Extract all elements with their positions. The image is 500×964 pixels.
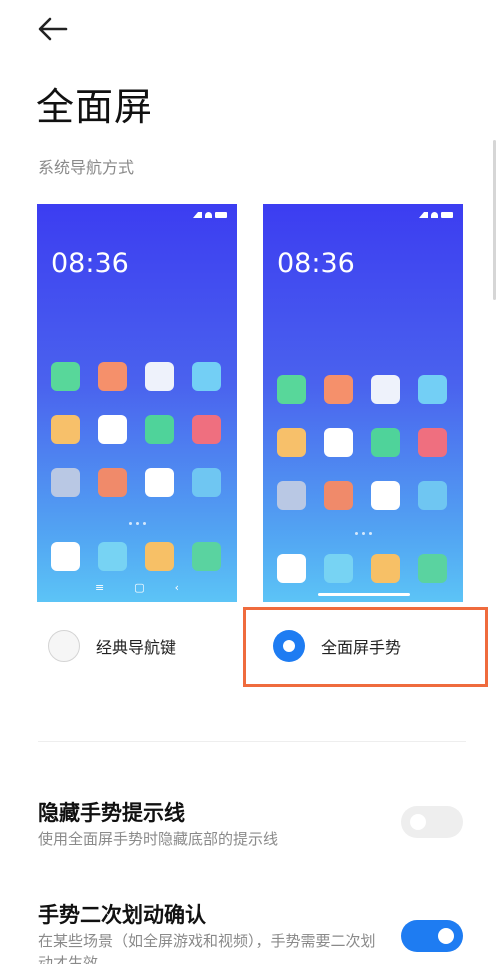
app-icon: [51, 415, 80, 444]
page-title: 全面屏: [36, 85, 154, 129]
radio-button-selected[interactable]: [273, 630, 305, 662]
status-bar-icons: [419, 212, 453, 218]
app-dock: [51, 542, 221, 571]
app-icon-grid: [51, 362, 221, 497]
battery-icon: [215, 212, 227, 218]
app-icon: [418, 375, 447, 404]
app-icon: [192, 362, 221, 391]
app-icon: [418, 428, 447, 457]
app-icon: [371, 428, 400, 457]
app-icon: [98, 362, 127, 391]
toggle-double-swipe[interactable]: [401, 920, 463, 952]
nav-keys: ≡ ▢ ‹: [37, 581, 237, 594]
app-icon: [192, 542, 221, 571]
app-icon: [324, 481, 353, 510]
app-icon: [324, 375, 353, 404]
app-icon: [192, 415, 221, 444]
battery-icon: [441, 212, 453, 218]
app-icon: [371, 554, 400, 583]
toggle-hide-hint[interactable]: [401, 806, 463, 838]
app-icon: [418, 481, 447, 510]
menu-key-icon: ≡: [94, 581, 105, 594]
app-icon: [277, 428, 306, 457]
app-icon: [145, 542, 174, 571]
app-icon: [192, 468, 221, 497]
scrollbar[interactable]: [493, 140, 496, 300]
gesture-nav-preview[interactable]: 08:36: [263, 204, 463, 602]
app-icon: [145, 362, 174, 391]
app-icon: [371, 481, 400, 510]
back-arrow-icon[interactable]: [36, 14, 70, 44]
divider: [38, 741, 466, 742]
app-icon: [98, 542, 127, 571]
back-key-icon: ‹: [174, 581, 180, 594]
preview-clock: 08:36: [51, 248, 129, 279]
app-icon: [371, 375, 400, 404]
signal-icon: [193, 212, 202, 218]
radio-button[interactable]: [48, 630, 80, 662]
option-label: 全面屏手势: [321, 638, 402, 657]
app-icon: [324, 428, 353, 457]
setting-title-double-swipe: 手势二次划动确认: [38, 903, 206, 927]
app-icon: [51, 468, 80, 497]
classic-nav-preview[interactable]: 08:36 ≡ ▢ ‹: [37, 204, 237, 602]
home-key-icon: ▢: [134, 581, 145, 594]
app-dock: [277, 554, 447, 583]
app-icon: [324, 554, 353, 583]
app-icon: [277, 554, 306, 583]
gesture-hint-line: [318, 593, 410, 596]
app-icon: [145, 468, 174, 497]
preview-clock: 08:36: [277, 248, 355, 279]
app-icon: [418, 554, 447, 583]
app-icon: [51, 362, 80, 391]
app-icon: [51, 542, 80, 571]
setting-desc-hide-hint: 使用全面屏手势时隐藏底部的提示线: [38, 830, 279, 848]
option-label: 经典导航键: [96, 638, 177, 657]
page-indicator: [37, 522, 237, 525]
page-indicator: [263, 532, 463, 535]
setting-desc-double-swipe: 在某些场景（如全屏游戏和视频），手势需要二次划动才生效: [38, 932, 376, 964]
app-icon: [98, 415, 127, 444]
signal-icon: [419, 212, 428, 218]
app-icon-grid: [277, 375, 447, 510]
option-classic-nav[interactable]: 经典导航键: [48, 630, 176, 662]
app-icon: [277, 481, 306, 510]
option-gesture-nav[interactable]: 全面屏手势: [273, 630, 401, 662]
status-bar-icons: [193, 212, 227, 218]
section-label: 系统导航方式: [38, 158, 135, 177]
app-icon: [98, 468, 127, 497]
wifi-icon: [431, 212, 438, 218]
wifi-icon: [205, 212, 212, 218]
app-icon: [277, 375, 306, 404]
app-icon: [145, 415, 174, 444]
setting-title-hide-hint: 隐藏手势提示线: [38, 801, 185, 825]
